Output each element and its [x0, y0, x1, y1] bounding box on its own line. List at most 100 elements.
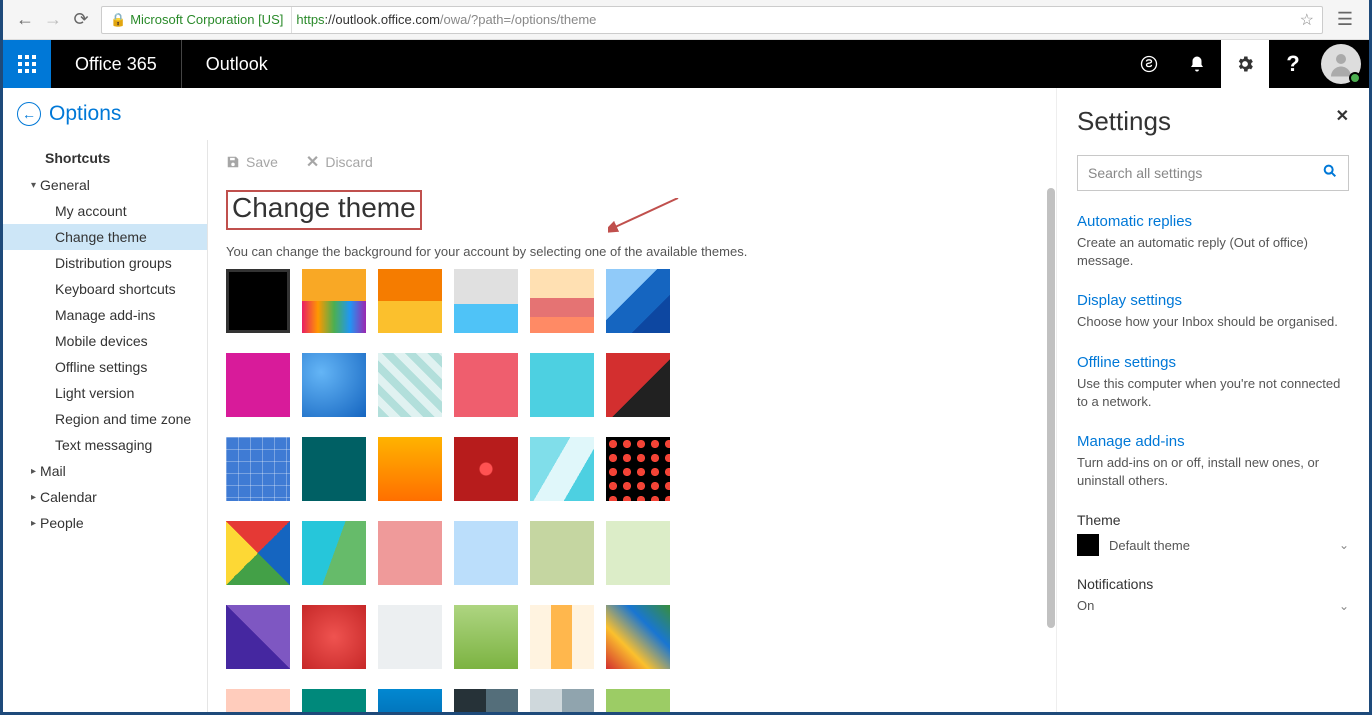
sidebar-group-mail[interactable]: Mail [3, 458, 207, 484]
theme-tile-grey-stripe[interactable] [530, 689, 594, 712]
cert-label: Microsoft Corporation [US] [130, 12, 283, 27]
brand-label: Office 365 [51, 54, 181, 75]
discard-icon: ✕ [306, 152, 319, 172]
chevron-down-icon: ⌄ [1339, 538, 1349, 552]
theme-tile-lego[interactable] [378, 269, 442, 333]
sidebar-shortcuts[interactable]: Shortcuts [3, 144, 207, 172]
theme-tile-palm-sunset[interactable] [530, 269, 594, 333]
theme-tile-green-cyan[interactable] [302, 521, 366, 585]
sidebar-item-distribution-groups[interactable]: Distribution groups [3, 250, 207, 276]
options-sidebar: Shortcuts General My accountChange theme… [3, 140, 208, 712]
notifications-icon[interactable] [1173, 40, 1221, 88]
theme-tile-olive-hex[interactable] [530, 521, 594, 585]
browser-toolbar: ← → ⟳ 🔒 Microsoft Corporation [US] https… [3, 0, 1369, 40]
discard-button[interactable]: ✕ Discard [306, 152, 373, 172]
options-back[interactable]: ← Options [3, 88, 1056, 140]
theme-tile-circuit[interactable] [302, 437, 366, 501]
theme-tile-crayons[interactable] [378, 437, 442, 501]
theme-tile-default-black[interactable] [226, 269, 290, 333]
theme-tile-teal-solid[interactable] [302, 689, 366, 712]
theme-tile-mint-chevron[interactable] [378, 353, 442, 417]
cert-badge: 🔒 Microsoft Corporation [US] [102, 7, 292, 33]
suite-bar: Office 365 Outlook ? [3, 40, 1369, 88]
sidebar-group-people[interactable]: People [3, 510, 207, 536]
theme-tile-orange-stripe[interactable] [530, 605, 594, 669]
settings-link-manage-add-ins[interactable]: Manage add-ins [1077, 433, 1349, 450]
options-title: Options [49, 102, 121, 126]
sidebar-group-calendar[interactable]: Calendar [3, 484, 207, 510]
reload-button[interactable]: ⟳ [67, 6, 95, 34]
scrollbar[interactable] [1046, 188, 1056, 712]
theme-tile-red-dots[interactable] [606, 437, 670, 501]
settings-panel: Settings ✕ Automatic repliesCreate an au… [1057, 88, 1369, 712]
notifications-selector[interactable]: On ⌄ [1077, 598, 1349, 613]
theme-tile-spring-green[interactable] [454, 605, 518, 669]
theme-tile-stars-rainbow[interactable] [302, 269, 366, 333]
notifications-value: On [1077, 598, 1094, 613]
avatar[interactable] [1321, 44, 1361, 84]
back-button[interactable]: ← [11, 6, 39, 34]
theme-tile-blueprint[interactable] [226, 437, 290, 501]
search-input[interactable] [1088, 165, 1312, 181]
theme-tile-coral[interactable] [454, 353, 518, 417]
theme-selector[interactable]: Default theme ⌄ [1077, 534, 1349, 556]
theme-tile-lime[interactable] [606, 689, 670, 712]
app-launcher[interactable] [3, 40, 51, 88]
theme-tile-dark-stripe[interactable] [454, 689, 518, 712]
bookmark-icon[interactable]: ☆ [1292, 10, 1322, 30]
save-button[interactable]: Save [226, 152, 278, 172]
theme-section-label: Theme [1077, 512, 1349, 528]
sidebar-item-mobile-devices[interactable]: Mobile devices [3, 328, 207, 354]
settings-desc: Choose how your Inbox should be organise… [1077, 313, 1349, 331]
theme-tile-ocean[interactable] [378, 689, 442, 712]
back-arrow-icon: ← [17, 102, 41, 126]
theme-tile-bokeh-red[interactable] [454, 437, 518, 501]
theme-tile-magenta[interactable] [226, 353, 290, 417]
theme-tile-snowflake[interactable] [378, 605, 442, 669]
sidebar-item-text-messaging[interactable]: Text messaging [3, 432, 207, 458]
chevron-down-icon: ⌄ [1339, 599, 1349, 613]
settings-desc: Use this computer when you're not connec… [1077, 375, 1349, 411]
theme-tile-paper-blue[interactable] [454, 521, 518, 585]
settings-link-automatic-replies[interactable]: Automatic replies [1077, 213, 1349, 230]
search-icon[interactable] [1322, 163, 1338, 184]
sidebar-item-change-theme[interactable]: Change theme [3, 224, 207, 250]
theme-tile-robot[interactable] [530, 353, 594, 417]
presence-indicator [1349, 72, 1361, 84]
forward-button[interactable]: → [39, 6, 67, 34]
sidebar-item-region-and-time-zone[interactable]: Region and time zone [3, 406, 207, 432]
lock-icon: 🔒 [110, 12, 126, 28]
waffle-icon [18, 55, 36, 73]
sidebar-group-general[interactable]: General [3, 172, 207, 198]
settings-search[interactable] [1077, 155, 1349, 191]
close-icon[interactable]: ✕ [1336, 106, 1349, 126]
theme-tile-google-tri[interactable] [226, 521, 290, 585]
sidebar-item-manage-add-ins[interactable]: Manage add-ins [3, 302, 207, 328]
theme-tile-sailboat[interactable] [454, 269, 518, 333]
theme-value: Default theme [1109, 538, 1190, 553]
sidebar-item-light-version[interactable]: Light version [3, 380, 207, 406]
discard-label: Discard [325, 154, 372, 170]
theme-tile-blue-crystal[interactable] [302, 353, 366, 417]
theme-tile-purple-tri[interactable] [226, 605, 290, 669]
theme-tile-salmon-dots[interactable] [378, 521, 442, 585]
theme-tile-red-black-fold[interactable] [606, 353, 670, 417]
address-bar[interactable]: 🔒 Microsoft Corporation [US] https://out… [101, 6, 1323, 34]
browser-menu-icon[interactable]: ☰ [1329, 6, 1361, 34]
settings-link-offline-settings[interactable]: Offline settings [1077, 354, 1349, 371]
theme-tile-peach[interactable] [226, 689, 290, 712]
skype-icon[interactable] [1125, 40, 1173, 88]
theme-tile-wave[interactable] [606, 269, 670, 333]
theme-tile-teal-poly[interactable] [530, 437, 594, 501]
theme-tile-paint-splatter[interactable] [606, 605, 670, 669]
theme-tile-mint-poly[interactable] [606, 521, 670, 585]
settings-link-display-settings[interactable]: Display settings [1077, 292, 1349, 309]
theme-tile-strawberry[interactable] [302, 605, 366, 669]
sidebar-item-keyboard-shortcuts[interactable]: Keyboard shortcuts [3, 276, 207, 302]
help-icon[interactable]: ? [1269, 40, 1317, 88]
settings-gear-icon[interactable] [1221, 40, 1269, 88]
save-icon [226, 155, 240, 169]
sidebar-item-offline-settings[interactable]: Offline settings [3, 354, 207, 380]
sidebar-item-my-account[interactable]: My account [3, 198, 207, 224]
page-subtitle: You can change the background for your a… [226, 244, 1038, 259]
